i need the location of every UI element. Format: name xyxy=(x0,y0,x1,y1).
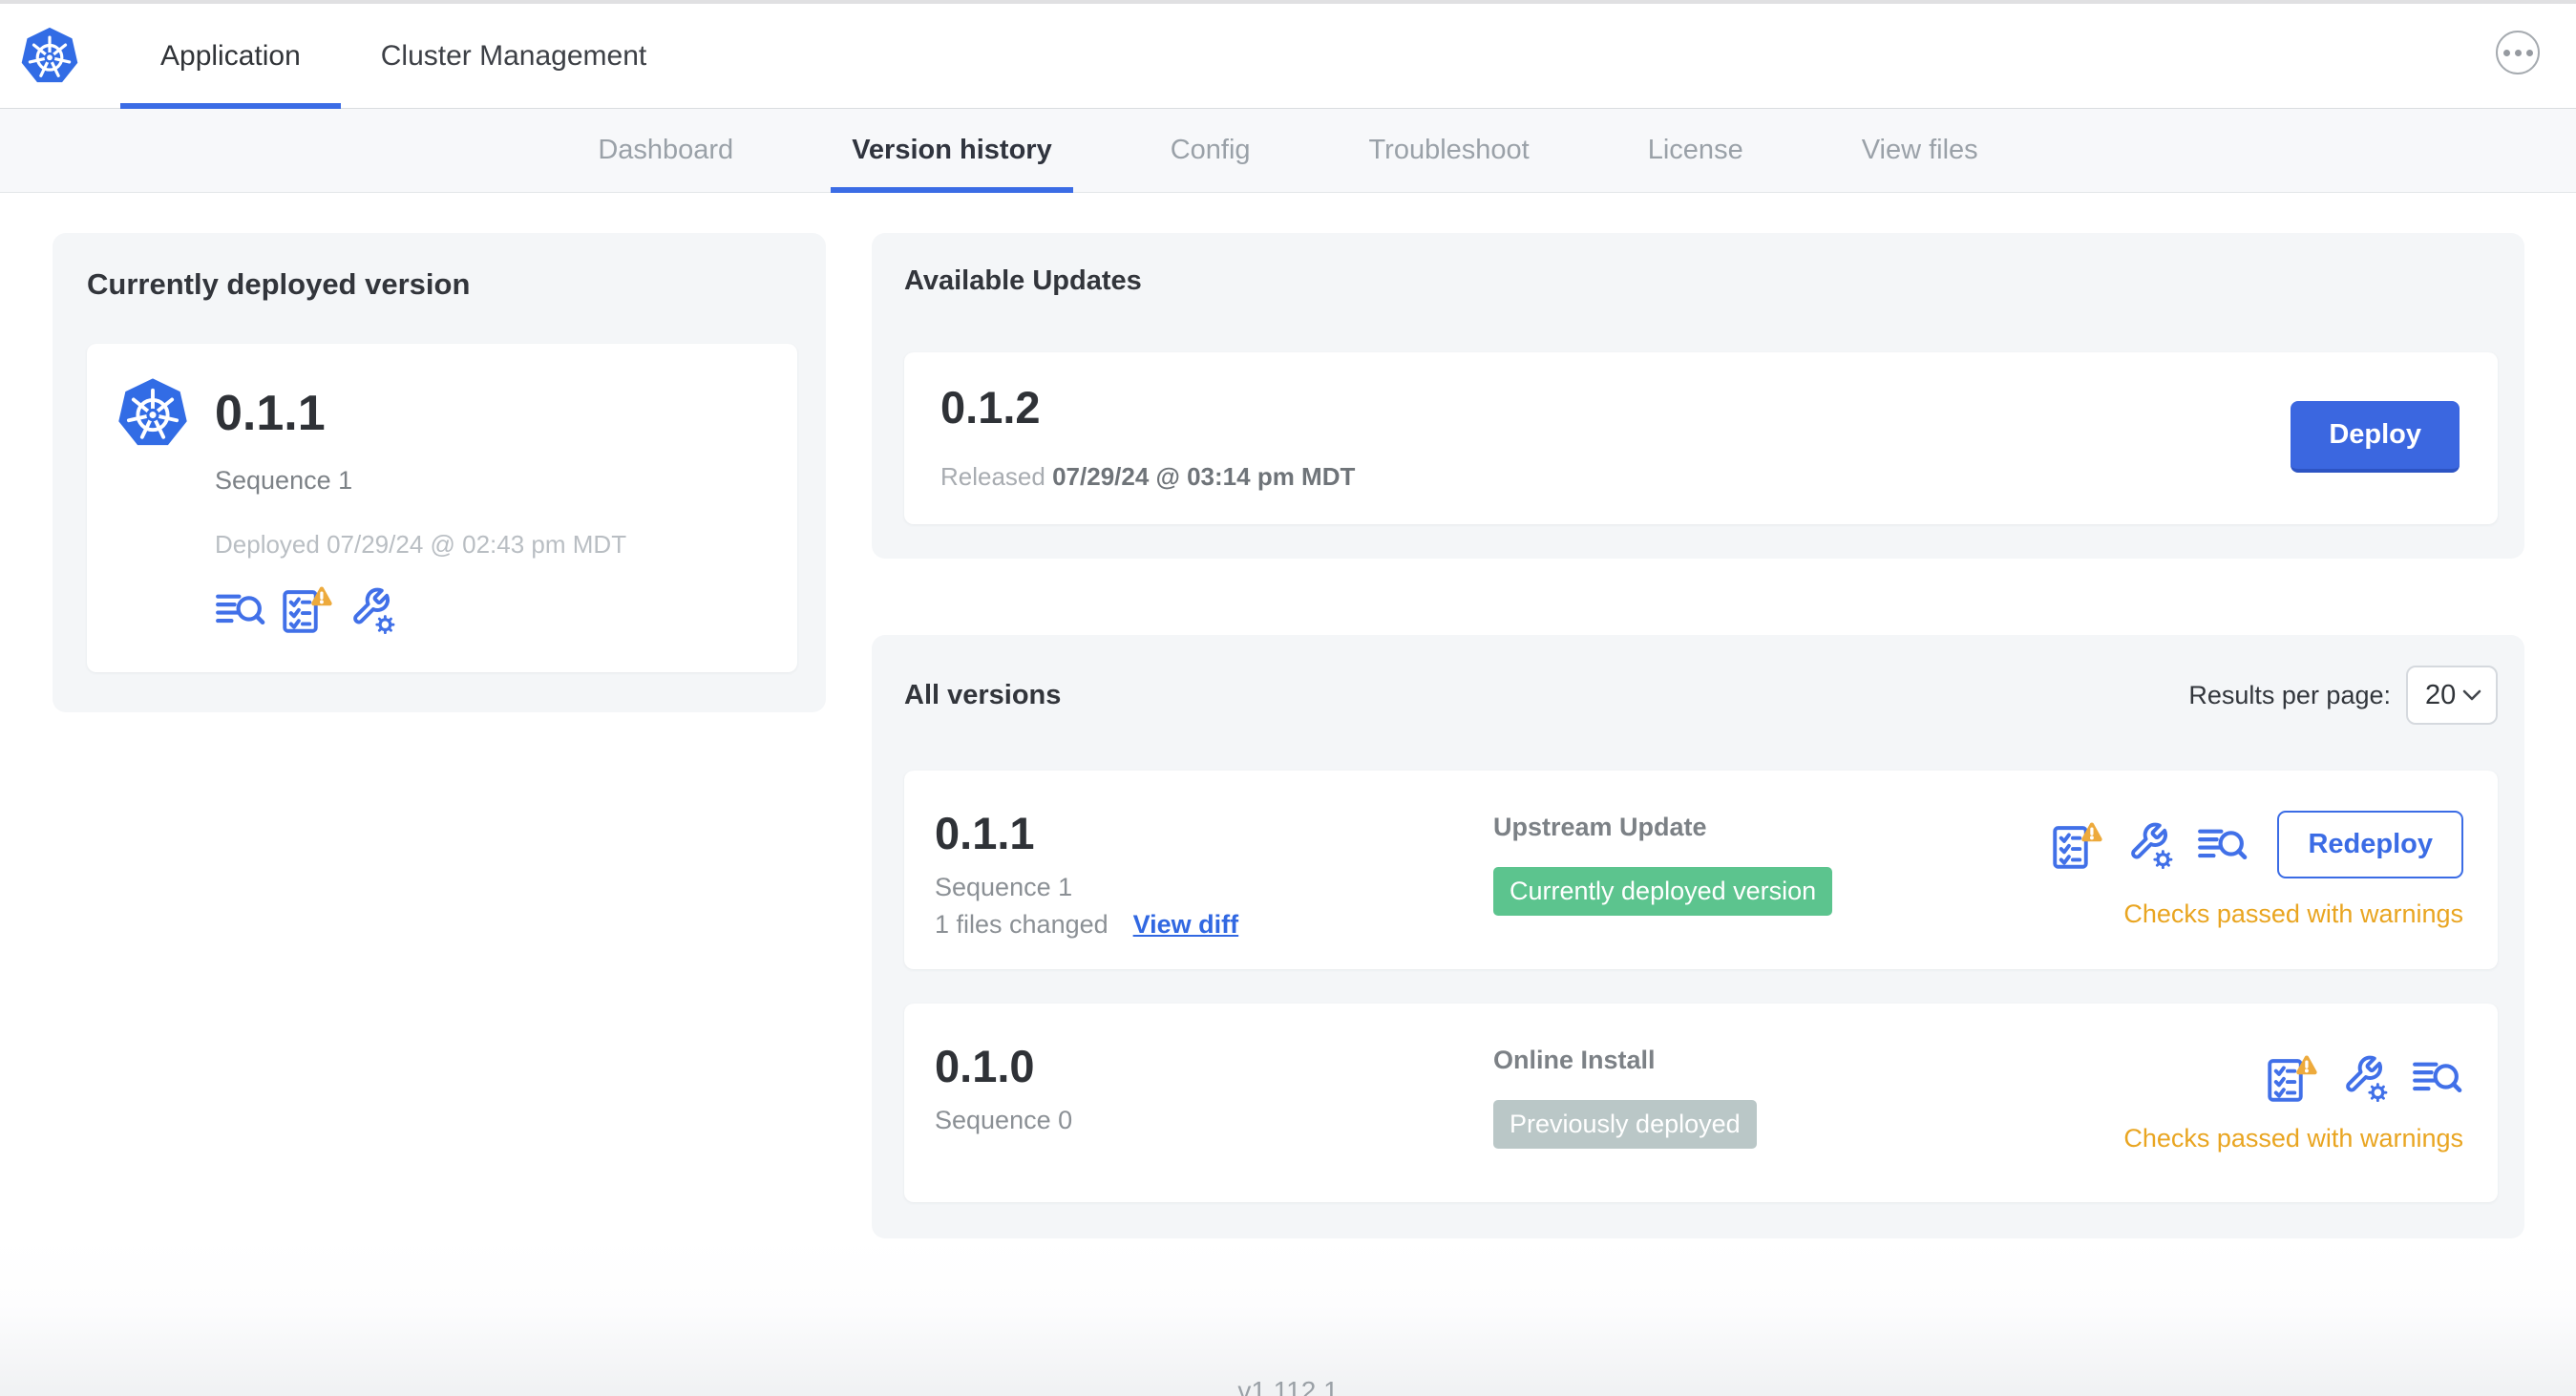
tab-view-files[interactable]: View files xyxy=(1803,109,2038,192)
deploy-button[interactable]: Deploy xyxy=(2291,400,2460,473)
tab-version-history[interactable]: Version history xyxy=(792,109,1111,193)
edit-config-icon[interactable] xyxy=(347,586,398,634)
update-row: 0.1.2 Released 07/29/24 @ 03:14 pm MDT D… xyxy=(904,352,2498,524)
release-notes-icon[interactable] xyxy=(2412,1054,2463,1102)
preflight-checks-warning-icon[interactable] xyxy=(280,584,333,634)
row-source-label: Online Install xyxy=(1493,1046,1656,1074)
row-sequence: Sequence 1 xyxy=(935,873,1073,901)
app-sub-nav: Dashboard Version history Config Trouble… xyxy=(0,109,2576,193)
release-notes-icon[interactable] xyxy=(215,586,266,634)
kubernetes-app-icon xyxy=(118,378,187,446)
results-per-page-label: Results per page: xyxy=(2188,680,2391,709)
tab-troubleshoot[interactable]: Troubleshoot xyxy=(1310,109,1589,192)
redeploy-button[interactable]: Redeploy xyxy=(2277,811,2463,878)
version-row-0-1-1: 0.1.1 Sequence 1 1 files changed View di… xyxy=(904,771,2498,969)
tab-cluster-management[interactable]: Cluster Management xyxy=(341,4,686,108)
preflight-status-text: Checks passed with warnings xyxy=(2123,1123,2463,1153)
top-tabs: Application Cluster Management xyxy=(120,4,686,109)
top-bar: Application Cluster Management xyxy=(0,4,2576,109)
currently-deployed-title: Currently deployed version xyxy=(87,267,471,301)
current-sequence: Sequence 1 xyxy=(215,466,353,495)
all-versions-title: All versions xyxy=(904,679,1062,710)
update-version-number: 0.1.2 xyxy=(940,382,1041,433)
more-menu-button[interactable] xyxy=(2496,31,2540,74)
current-version-number: 0.1.1 xyxy=(215,386,326,441)
chevron-down-icon xyxy=(2462,689,2481,701)
tab-cluster-management-label: Cluster Management xyxy=(380,39,647,72)
page-footer: v1.112.1 xyxy=(0,1238,2576,1396)
available-updates-title: Available Updates xyxy=(904,265,1142,296)
all-versions-card: All versions Results per page: 20 0.1.1 … xyxy=(872,635,2524,1238)
kubernetes-logo-icon xyxy=(21,27,78,83)
tab-dashboard[interactable]: Dashboard xyxy=(538,109,792,192)
currently-deployed-badge: Currently deployed version xyxy=(1493,867,1833,916)
preflight-checks-warning-icon[interactable] xyxy=(2265,1053,2318,1103)
tab-license[interactable]: License xyxy=(1589,109,1803,192)
preflight-checks-warning-icon[interactable] xyxy=(2050,820,2103,870)
app-window: Application Cluster Management Dashboard… xyxy=(0,0,2576,1396)
view-diff-link[interactable]: View diff xyxy=(1133,910,1239,940)
row-sequence: Sequence 0 xyxy=(935,1106,1073,1134)
row-source-label: Upstream Update xyxy=(1493,813,1707,841)
current-deployed-timestamp: Deployed 07/29/24 @ 02:43 pm MDT xyxy=(215,530,627,559)
console-version: v1.112.1 xyxy=(1237,1376,1339,1396)
available-updates-card: Available Updates 0.1.2 Released 07/29/2… xyxy=(872,233,2524,559)
files-changed-label: 1 files changed xyxy=(935,910,1109,939)
currently-deployed-version-card: 0.1.1 Sequence 1 Deployed 07/29/24 @ 02:… xyxy=(87,344,797,672)
previously-deployed-badge: Previously deployed xyxy=(1493,1100,1757,1149)
edit-config-icon[interactable] xyxy=(2124,821,2176,869)
results-per-page-select[interactable]: 20 xyxy=(2406,666,2498,725)
edit-config-icon[interactable] xyxy=(2339,1054,2391,1102)
ellipsis-icon xyxy=(2502,49,2510,56)
release-notes-icon[interactable] xyxy=(2197,821,2249,869)
tab-application[interactable]: Application xyxy=(120,4,341,109)
currently-deployed-card: Currently deployed version 0.1.1 Sequenc… xyxy=(53,233,826,712)
row-version-number: 0.1.0 xyxy=(935,1041,1035,1091)
row-version-number: 0.1.1 xyxy=(935,808,1035,858)
version-row-0-1-0: 0.1.0 Sequence 0 Online Install Previous… xyxy=(904,1004,2498,1202)
main-content: Currently deployed version 0.1.1 Sequenc… xyxy=(0,193,2576,1238)
tab-application-label: Application xyxy=(160,39,301,72)
update-released-timestamp: Released 07/29/24 @ 03:14 pm MDT xyxy=(940,462,1356,491)
preflight-status-text: Checks passed with warnings xyxy=(2123,899,2463,928)
tab-config[interactable]: Config xyxy=(1111,109,1310,192)
